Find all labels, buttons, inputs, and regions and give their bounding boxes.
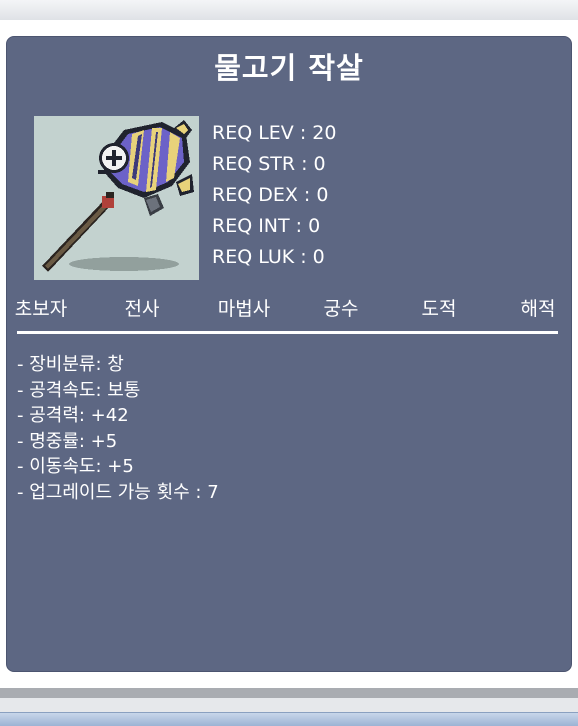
stat-equipment-type: - 장비분류: 창 xyxy=(17,354,124,375)
job-beginner: 초보자 xyxy=(14,298,68,320)
bottom-bar xyxy=(0,688,578,698)
job-archer: 궁수 xyxy=(323,298,359,320)
requirements-list: REQ LEV : 20 REQ STR : 0 REQ DEX : 0 REQ… xyxy=(212,118,336,273)
req-str: REQ STR : 0 xyxy=(212,153,326,175)
divider xyxy=(17,331,558,334)
job-magician: 마법사 xyxy=(217,298,271,320)
bottom-nav-bar xyxy=(0,712,578,726)
job-warrior: 전사 xyxy=(124,298,160,320)
stat-accuracy: - 명중률: +5 xyxy=(17,430,118,452)
fish-spear-icon xyxy=(34,116,199,280)
req-luk: REQ LUK : 0 xyxy=(212,246,325,268)
item-name: 물고기 작살 xyxy=(214,51,364,85)
item-stats: - 장비분류: 창 - 공격속도: 보통 - 공격력: +42 - 명중률: +… xyxy=(17,352,219,506)
job-pirate: 해적 xyxy=(520,298,556,320)
job-thief: 도적 xyxy=(421,298,457,320)
req-int: REQ INT : 0 xyxy=(212,215,321,237)
top-strip xyxy=(0,0,578,21)
stat-attack-speed: - 공격속도: 보통 xyxy=(17,379,141,401)
bottom-gap xyxy=(0,698,578,712)
req-dex: REQ DEX : 0 xyxy=(212,184,329,206)
item-tooltip-panel: 물고기 작살 REQ LEV: 20 REQ STR: 0 REQ DEX … xyxy=(6,36,572,672)
stat-speed: - 이동속도: +5 xyxy=(17,456,134,478)
job-list: 초보자 전사 마법사 궁수 도적 해적 xyxy=(7,294,573,326)
req-level: REQ LEV : 20 xyxy=(212,122,337,144)
stat-attack: - 공격력: +42 xyxy=(17,405,129,427)
stat-upgrade-slots: - 업그레이드 가능 횟수 : 7 xyxy=(17,481,219,503)
